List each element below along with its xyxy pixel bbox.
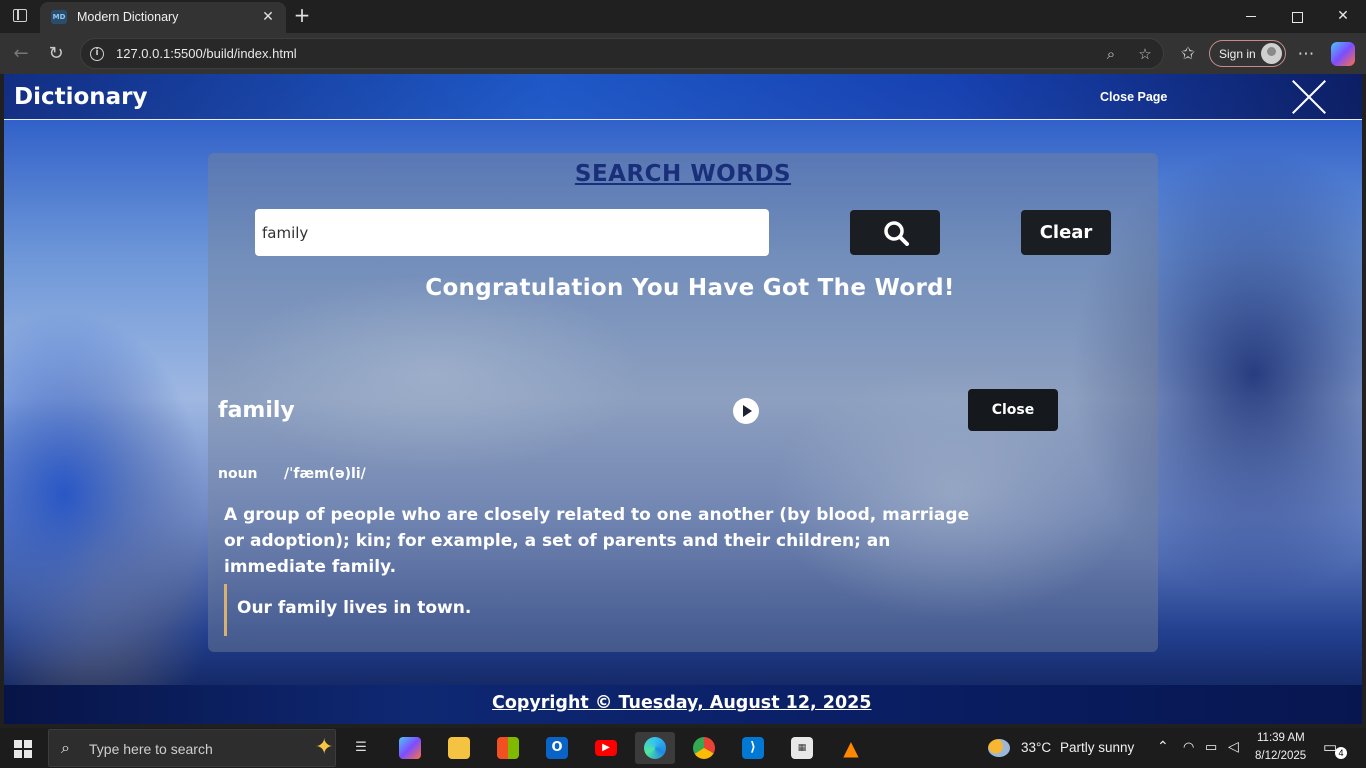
phonetic-text: /ˈfæm(ə)li/	[284, 466, 366, 482]
edge-app[interactable]	[635, 732, 675, 764]
part-of-speech: noun	[218, 466, 258, 482]
vlc-cone-icon: ▲	[843, 736, 859, 760]
tab-actions-button[interactable]	[8, 6, 32, 26]
calendar-app[interactable]: ▦	[782, 732, 822, 764]
new-tab-button[interactable]: +	[291, 5, 313, 27]
youtube-app[interactable]: ▶	[586, 732, 626, 764]
page-footer: Copyright © Tuesday, August 12, 2025	[4, 685, 1362, 724]
windows-start-icon[interactable]	[14, 740, 32, 758]
outlook-icon: O	[546, 737, 568, 759]
browser-tab[interactable]: MD Modern Dictionary ✕	[40, 2, 286, 33]
vlc-app[interactable]: ▲	[831, 732, 871, 764]
brand-title: Dictionary	[14, 84, 148, 110]
clock-date[interactable]: 8/12/2025	[1255, 750, 1306, 762]
tab-close-icon[interactable]: ✕	[259, 8, 277, 26]
clear-button[interactable]: Clear	[1021, 210, 1111, 255]
tab-title: Modern Dictionary	[77, 10, 179, 24]
file-explorer-app[interactable]	[439, 732, 479, 764]
store-icon	[497, 737, 519, 759]
folder-icon	[448, 737, 470, 759]
window-minimize-button[interactable]	[1228, 0, 1274, 33]
weather-description[interactable]: Partly sunny	[1060, 740, 1134, 755]
outlook-app[interactable]: O	[537, 732, 577, 764]
app-header: Dictionary Close Page	[4, 74, 1362, 120]
clock-time[interactable]: 11:39 AM	[1257, 732, 1305, 744]
chrome-app[interactable]	[684, 732, 724, 764]
task-view-icon: ☰	[355, 740, 367, 755]
volume-icon[interactable]: ◁	[1228, 738, 1239, 755]
battery-icon[interactable]: ▭	[1205, 739, 1217, 755]
copilot-icon[interactable]	[1331, 42, 1355, 66]
favorites-icon[interactable]: ✩	[1175, 41, 1201, 67]
site-favicon-icon: MD	[51, 10, 67, 24]
chrome-icon	[693, 737, 715, 759]
address-bar[interactable]: i 127.0.0.1:5500/build/index.html ⌕ ☆	[80, 38, 1164, 69]
play-audio-icon[interactable]	[733, 398, 759, 424]
vscode-app[interactable]: ⟩	[733, 732, 773, 764]
browser-tab-strip: MD Modern Dictionary ✕ + ✕	[0, 0, 1366, 33]
more-menu-icon[interactable]: ⋯	[1293, 41, 1319, 67]
favorite-star-icon[interactable]: ☆	[1135, 44, 1155, 64]
entry-word: family	[218, 398, 295, 423]
refresh-icon[interactable]: ↻	[43, 41, 69, 67]
copilot-sparkle-icon[interactable]: ✦	[315, 736, 333, 760]
example-quote: Our family lives in town.	[224, 584, 471, 636]
back-arrow-icon[interactable]: ←	[8, 41, 34, 67]
search-button[interactable]	[850, 210, 940, 255]
edge-icon	[644, 737, 666, 759]
youtube-icon: ▶	[595, 740, 617, 756]
site-info-icon[interactable]: i	[90, 47, 104, 61]
notification-count-badge: 4	[1335, 747, 1347, 759]
definition-text: A group of people who are closely relate…	[224, 505, 970, 577]
weather-icon[interactable]	[988, 739, 1010, 757]
task-view-app[interactable]: ☰	[341, 732, 381, 764]
taskbar-search-box[interactable]: ⌕ Type here to search ✦	[48, 729, 336, 767]
sign-in-button[interactable]: Sign in	[1209, 40, 1286, 67]
vscode-icon: ⟩	[742, 737, 764, 759]
url-text[interactable]: 127.0.0.1:5500/build/index.html	[116, 46, 297, 61]
panel-title: SEARCH WORDS	[574, 161, 792, 187]
close-entry-button[interactable]: Close	[968, 389, 1058, 431]
calendar-icon: ▦	[791, 737, 813, 759]
copilot-app-icon	[399, 737, 421, 759]
windows-taskbar: ⌕ Type here to search ✦ ☰ O ▶ ⟩ ▦ ▲ 33°C…	[0, 728, 1366, 768]
page-viewport: Dictionary Close Page SEARCH WORDS Clear…	[4, 74, 1362, 724]
copyright-text: Copyright © Tuesday, August 12, 2025	[492, 693, 872, 713]
copilot-app[interactable]	[390, 732, 430, 764]
result-message: Congratulation You Have Got The Word!	[425, 275, 955, 301]
close-x-icon[interactable]	[1291, 79, 1327, 115]
sign-in-label: Sign in	[1219, 47, 1256, 61]
chevron-up-icon[interactable]: ⌃	[1157, 738, 1169, 755]
search-icon	[884, 221, 909, 246]
weather-temperature[interactable]: 33°C	[1021, 740, 1051, 755]
taskbar-search-icon: ⌕	[61, 738, 70, 757]
avatar-icon	[1261, 43, 1282, 64]
window-close-button[interactable]: ✕	[1320, 0, 1366, 33]
network-icon[interactable]: ◠	[1183, 739, 1194, 755]
zoom-icon[interactable]: ⌕	[1101, 44, 1121, 64]
search-panel: SEARCH WORDS Clear Congratulation You Ha…	[208, 153, 1158, 652]
search-input[interactable]	[255, 209, 769, 256]
taskbar-search-placeholder: Type here to search	[89, 741, 213, 757]
browser-toolbar: ← ↻ i 127.0.0.1:5500/build/index.html ⌕ …	[0, 33, 1366, 74]
window-maximize-button[interactable]	[1274, 0, 1320, 33]
tab-actions-icon	[13, 9, 27, 22]
microsoft-store-app[interactable]	[488, 732, 528, 764]
close-page-link[interactable]: Close Page	[1100, 90, 1167, 104]
